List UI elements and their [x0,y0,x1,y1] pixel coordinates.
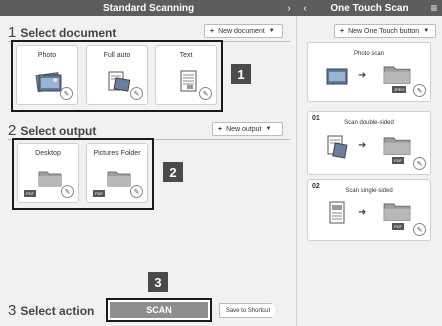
pencil-icon[interactable]: ✎ [413,157,426,170]
pencil-icon[interactable]: ✎ [60,87,73,100]
new-document-button[interactable]: + New document ▼ [204,24,283,38]
output-card-pictures-folder[interactable]: Pictures Folder PDF ✎ [86,143,148,203]
folder-icon [383,137,411,155]
chevron-right-icon[interactable]: › [281,0,297,16]
menu-icon[interactable]: ≡ [426,0,442,16]
item-label: Scan double-sided [344,120,394,126]
pencil-icon[interactable]: ✎ [199,87,212,100]
plus-icon: + [218,125,223,133]
one-touch-scan-title: One Touch Scan [330,2,409,14]
pencil-icon[interactable]: ✎ [130,87,143,100]
scan-button[interactable]: SCAN [106,298,212,322]
format-badge: PDF [392,157,404,164]
standard-scanning-panel: Standard Scanning › 1 Select document + … [0,0,297,326]
standard-scanning-title: Standard Scanning [102,2,195,14]
double-sided-document-icon [327,135,348,159]
card-label: Photo [37,52,57,59]
folder-icon [383,203,411,221]
format-badge: PDF [93,190,105,197]
card-label: Text [179,52,193,59]
section-number: 1 [8,24,17,41]
folder-icon [38,171,62,187]
format-badge: PDF [24,190,36,197]
document-card-text[interactable]: Text ✎ [155,45,217,105]
arrow-right-icon: ➜ [358,70,367,81]
new-output-button[interactable]: + New output ▼ [212,122,283,136]
folder-icon [107,171,131,187]
step-badge-2: 2 [163,162,183,182]
photo-icon [35,72,62,92]
pencil-icon[interactable]: ✎ [61,185,74,198]
chevron-left-icon[interactable]: ‹ [297,0,313,16]
pencil-icon[interactable]: ✎ [130,185,143,198]
output-card-desktop[interactable]: Desktop PDF ✎ [17,143,79,203]
standard-scanning-header: Standard Scanning [0,0,297,16]
photo-icon [326,68,348,85]
caret-down-icon: ▼ [423,28,430,34]
one-touch-item-scan-double-sided[interactable]: 01 Scan double-sided ➜ PDF ✎ [307,111,431,175]
pencil-icon[interactable]: ✎ [413,84,426,97]
single-sided-document-icon [329,201,345,224]
plus-icon: + [340,27,345,35]
card-label: Full auto [103,52,131,59]
section-title-text: Select document [20,26,117,40]
section-title-text: Select output [20,124,97,138]
one-touch-item-scan-single-sided[interactable]: 02 Scan single-sided ➜ PDF ✎ [307,179,431,241]
select-output-heading: 2 Select output [8,122,96,139]
section-number: 3 [8,302,17,319]
new-output-label: New output [226,125,262,133]
document-card-photo[interactable]: Photo ✎ [16,45,78,105]
section-title-text: Select action [20,304,95,318]
card-label: Pictures Folder [93,150,141,157]
save-to-shortcut-button[interactable]: Save to Shortcut [219,303,277,318]
text-document-icon [180,70,197,92]
card-label: Desktop [35,150,61,157]
one-touch-scan-header: One Touch Scan [297,0,442,16]
step-badge-3: 3 [148,272,168,292]
item-label: Scan single-sided [345,188,393,194]
folder-icon [383,66,411,84]
new-one-touch-button[interactable]: + New One Touch button ▼ [334,24,436,38]
one-touch-item-photo-scan[interactable]: Photo scan ➜ JPEG ✎ [307,42,431,102]
arrow-right-icon: ➜ [358,207,367,218]
format-badge: PDF [392,223,404,230]
select-action-heading: 3 Select action [8,302,94,319]
item-label: Photo scan [353,51,385,57]
step-badge-1: 1 [231,64,251,84]
new-one-touch-label: New One Touch button [348,27,420,35]
one-touch-scan-panel: One Touch Scan ‹ ≡ + New One Touch butto… [297,0,442,326]
caret-down-icon: ▼ [265,126,272,132]
pencil-icon[interactable]: ✎ [413,223,426,236]
new-document-label: New document [218,27,265,35]
format-badge: JPEG [392,86,407,93]
plus-icon: + [210,27,215,35]
document-card-full-auto[interactable]: Full auto ✎ [86,45,148,105]
caret-down-icon: ▼ [268,28,275,34]
arrow-right-icon: ➜ [358,140,367,151]
full-auto-icon [108,71,131,92]
select-document-heading: 1 Select document [8,24,116,41]
section-number: 2 [8,122,17,139]
